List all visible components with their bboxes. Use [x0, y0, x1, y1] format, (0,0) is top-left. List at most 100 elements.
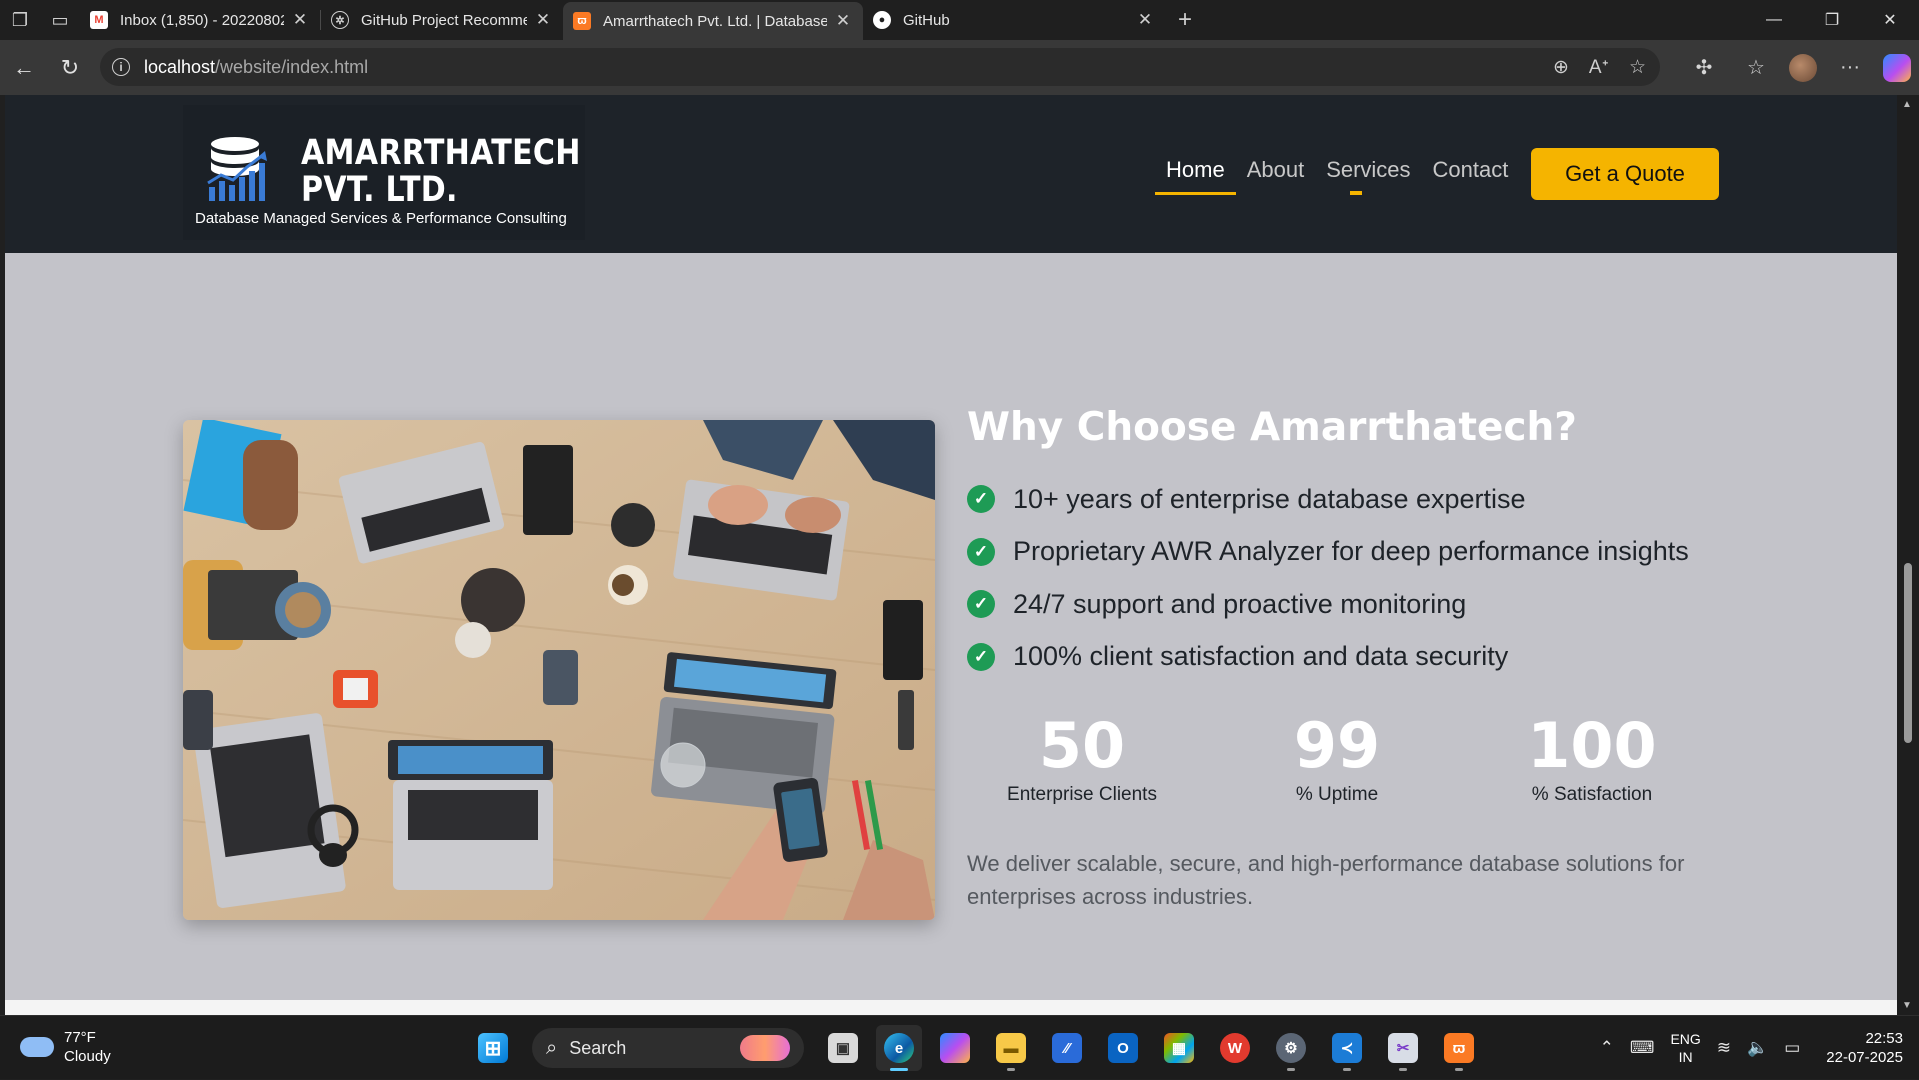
stat-label: Enterprise Clients	[1007, 784, 1157, 805]
brand-tagline: Database Managed Services & Performance …	[195, 210, 567, 227]
stat-label: % Satisfaction	[1531, 784, 1653, 805]
close-tab-icon[interactable]: ✕	[1135, 10, 1155, 30]
tab-title: Inbox (1,850) - 20220802159@dy	[120, 11, 284, 29]
why-description: We deliver scalable, secure, and high-pe…	[967, 851, 1685, 909]
wps-icon: W	[1220, 1033, 1250, 1063]
weather-text: 77°F Cloudy	[64, 1028, 111, 1066]
site-info-icon[interactable]: i	[112, 58, 130, 76]
nav-about[interactable]: About	[1236, 145, 1316, 195]
benefit-text: 100% client satisfaction and data securi…	[1013, 641, 1509, 672]
more-menu-icon[interactable]: ···	[1831, 49, 1869, 87]
read-aloud-icon[interactable]: Aᐩ	[1589, 56, 1609, 79]
nav-services[interactable]: Services	[1315, 145, 1421, 195]
reload-icon[interactable]: ↻	[48, 46, 92, 90]
azure-icon: ⁄⁄	[1052, 1033, 1082, 1063]
file-explorer-app[interactable]: ▬	[988, 1025, 1034, 1071]
keyboard-icon[interactable]: ⌨	[1630, 1038, 1655, 1058]
favorites-icon[interactable]: ☆	[1737, 49, 1775, 87]
zoom-icon[interactable]: ⊕	[1553, 56, 1569, 79]
company-logo[interactable]: AMARRTHATECH PVT. LTD. Database Managed …	[183, 105, 585, 240]
brand-name: AMARRTHATECH PVT. LTD.	[301, 135, 581, 209]
extensions-icon[interactable]: ✣	[1685, 49, 1723, 87]
browser-tab-bar: ❐ ▭ M Inbox (1,850) - 20220802159@dy ✕ ✲…	[0, 0, 1919, 40]
new-tab-icon[interactable]: +	[1165, 0, 1205, 40]
windows-logo-icon: ⊞	[478, 1033, 508, 1063]
tab-title: GitHub	[903, 11, 950, 29]
task-view-button[interactable]: ▣	[820, 1025, 866, 1071]
tab-actions-icon[interactable]: ▭	[40, 0, 80, 40]
brand-line-1: AMARRTHATECH	[301, 133, 581, 173]
nav-contact[interactable]: Contact	[1422, 145, 1520, 195]
tab-gmail[interactable]: M Inbox (1,850) - 20220802159@dy ✕	[80, 0, 320, 40]
taskbar-apps: ⊞ ⌕ Search ▣ e ▬ ⁄⁄ O ▦ W ⚙ ≺ ✂ ϖ	[470, 1025, 1482, 1071]
weather-widget[interactable]: 77°F Cloudy	[20, 1028, 111, 1066]
close-tab-icon[interactable]: ✕	[290, 10, 310, 30]
github-icon: ●	[873, 11, 891, 29]
database-chart-icon	[207, 137, 267, 201]
scroll-down-arrow-icon[interactable]: ▼	[1902, 1000, 1912, 1011]
edge-app[interactable]: e	[876, 1025, 922, 1071]
minimize-icon[interactable]: —	[1745, 0, 1803, 40]
brand-line-2: PVT. LTD.	[301, 170, 458, 210]
search-icon: ⌕	[546, 1036, 558, 1059]
check-circle-icon: ✓	[967, 590, 995, 619]
copilot-app[interactable]	[932, 1025, 978, 1071]
volume-icon[interactable]: 🔈	[1747, 1038, 1768, 1058]
chevron-up-icon[interactable]: ⌃	[1600, 1038, 1614, 1058]
office-app[interactable]: W	[1212, 1025, 1258, 1071]
copilot-icon[interactable]	[1883, 53, 1911, 82]
language-indicator[interactable]: ENG IN	[1670, 1030, 1700, 1066]
scroll-up-arrow-icon[interactable]: ▲	[1902, 99, 1912, 110]
close-tab-icon[interactable]: ✕	[833, 11, 853, 31]
nav-home[interactable]: Home	[1155, 145, 1236, 195]
start-button[interactable]: ⊞	[470, 1025, 516, 1071]
why-choose-heading: Why Choose Amarrthatech?	[967, 405, 1577, 450]
address-toolbar: ← ↻ i localhost/website/index.html ⊕ Aᐩ …	[0, 40, 1919, 95]
page-scrollbar[interactable]: ▲ ▼	[1897, 95, 1919, 1015]
back-arrow-icon[interactable]: ←	[2, 46, 46, 90]
favorite-star-icon[interactable]: ☆	[1629, 56, 1646, 79]
stats-row: 50 Enterprise Clients 99 % Uptime 100 % …	[967, 710, 1707, 806]
xampp-app[interactable]: ϖ	[1436, 1025, 1482, 1071]
profile-avatar[interactable]	[1789, 53, 1817, 82]
close-window-icon[interactable]: ✕	[1861, 0, 1919, 40]
search-highlight-icon	[740, 1035, 790, 1061]
close-tab-icon[interactable]: ✕	[533, 10, 553, 30]
check-circle-icon: ✓	[967, 537, 995, 566]
clock[interactable]: 22:53 22-07-2025	[1826, 1029, 1903, 1067]
stat-value: 99	[1293, 709, 1381, 782]
url-path: /website/index.html	[215, 56, 369, 77]
settings-app[interactable]: ⚙	[1268, 1025, 1314, 1071]
scrollbar-thumb[interactable]	[1904, 563, 1912, 743]
taskbar-search[interactable]: ⌕ Search	[532, 1028, 804, 1068]
xampp-app-icon: ϖ	[1444, 1033, 1474, 1063]
benefit-item: ✓ 24/7 support and proactive monitoring	[967, 578, 1689, 631]
stat-value: 100	[1527, 709, 1657, 782]
tab-amarrthatech[interactable]: ϖ Amarrthatech Pvt. Ltd. | Database ✕	[563, 2, 863, 40]
address-actions: ⊕ Aᐩ ☆	[1553, 48, 1646, 86]
stat-uptime: 99 % Uptime	[1252, 710, 1422, 806]
gmail-icon: M	[90, 11, 108, 29]
next-section-edge	[5, 1000, 1897, 1015]
outlook-icon: O	[1108, 1033, 1138, 1063]
workspaces-icon[interactable]: ❐	[0, 0, 40, 40]
folder-icon: ▬	[996, 1033, 1026, 1063]
outlook-app[interactable]: O	[1100, 1025, 1146, 1071]
desk-illustration	[183, 420, 935, 920]
store-app[interactable]: ▦	[1156, 1025, 1202, 1071]
remote-app[interactable]: ⁄⁄	[1044, 1025, 1090, 1071]
address-field[interactable]: i localhost/website/index.html ⊕ Aᐩ ☆	[100, 48, 1660, 86]
weather-desc: Cloudy	[64, 1048, 111, 1065]
snipping-app[interactable]: ✂	[1380, 1025, 1426, 1071]
benefit-item: ✓ Proprietary AWR Analyzer for deep perf…	[967, 526, 1689, 579]
tab-github-project[interactable]: ✲ GitHub Project Recommendation ✕	[321, 0, 563, 40]
tab-github[interactable]: ● GitHub ✕	[863, 0, 1165, 40]
benefit-text: 10+ years of enterprise database experti…	[1013, 483, 1526, 514]
get-quote-button[interactable]: Get a Quote	[1531, 148, 1719, 200]
wifi-icon[interactable]: ≋	[1717, 1038, 1731, 1058]
battery-icon[interactable]: ▭	[1784, 1038, 1800, 1058]
check-circle-icon: ✓	[967, 485, 995, 514]
restore-icon[interactable]: ❐	[1803, 0, 1861, 40]
vscode-app[interactable]: ≺	[1324, 1025, 1370, 1071]
search-placeholder: Search	[569, 1037, 627, 1058]
